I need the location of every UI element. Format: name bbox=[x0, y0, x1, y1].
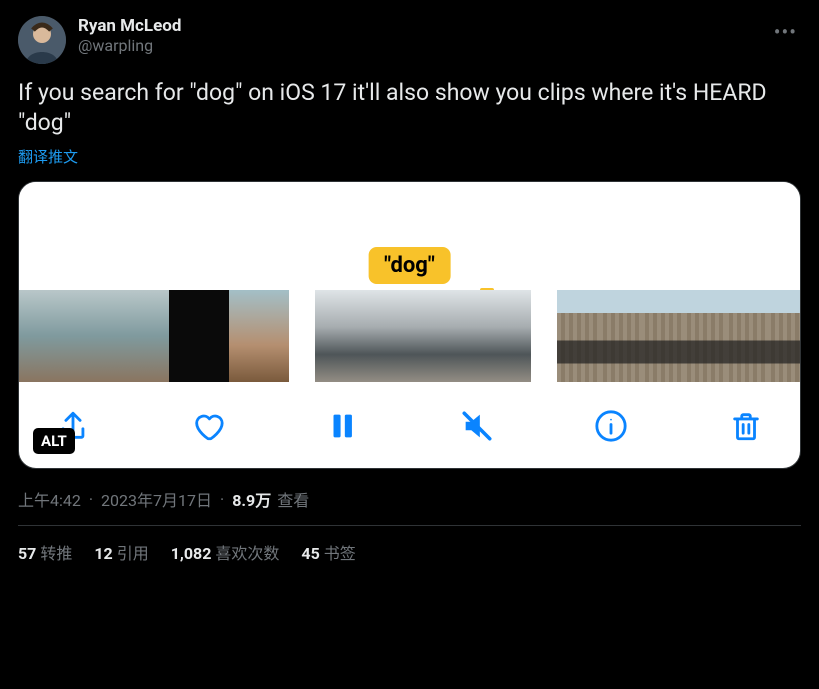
thumbnail-frame bbox=[169, 290, 199, 382]
time[interactable]: 上午4:42 bbox=[18, 487, 81, 511]
tweet-container: Ryan McLeod @warpling ••• If you search … bbox=[0, 0, 819, 564]
pause-icon[interactable] bbox=[322, 406, 362, 446]
avatar[interactable] bbox=[18, 16, 66, 64]
date[interactable]: 2023年7月17日 bbox=[101, 487, 212, 511]
clip-group-1[interactable] bbox=[19, 290, 289, 382]
handle: @warpling bbox=[78, 36, 758, 56]
media-toolbar bbox=[19, 382, 800, 456]
stat-count: 1,082 bbox=[171, 544, 212, 563]
bookmarks-stat[interactable]: 45 书签 bbox=[301, 540, 355, 564]
stats-row: 57转推 12 引用 1,082喜欢次数 45 书签 bbox=[18, 526, 801, 564]
keyword-pill: "dog" bbox=[368, 247, 451, 284]
more-icon[interactable]: ••• bbox=[770, 16, 801, 48]
thumbnail-frame bbox=[557, 290, 599, 382]
mute-icon[interactable] bbox=[457, 406, 497, 446]
media-header-area: "dog" bbox=[19, 182, 800, 284]
thumbnail-frame bbox=[259, 290, 289, 382]
thumbnail-frame bbox=[79, 290, 109, 382]
stat-label: 书签 bbox=[324, 544, 356, 563]
thumbnail-frame bbox=[725, 290, 767, 382]
likes-stat[interactable]: 1,082喜欢次数 bbox=[171, 540, 280, 564]
stat-label: 喜欢次数 bbox=[215, 544, 279, 563]
stat-count: 45 bbox=[301, 544, 319, 563]
thumbnail-frame bbox=[139, 290, 169, 382]
thumbnail-frame bbox=[599, 290, 641, 382]
views-count[interactable]: 8.9万 bbox=[232, 487, 271, 511]
stat-label: 转推 bbox=[40, 544, 72, 563]
author-names[interactable]: Ryan McLeod @warpling bbox=[78, 16, 758, 56]
clip-group-3[interactable] bbox=[557, 290, 801, 382]
alt-badge[interactable]: ALT bbox=[33, 428, 75, 454]
thumbnail-frame bbox=[229, 290, 259, 382]
thumbnail-frame bbox=[19, 290, 49, 382]
stat-count: 57 bbox=[18, 544, 36, 563]
info-icon[interactable] bbox=[591, 406, 631, 446]
thumbnail-frame bbox=[767, 290, 801, 382]
thumbnail-frame bbox=[315, 290, 369, 382]
thumbnail-frame bbox=[109, 290, 139, 382]
separator: · bbox=[89, 490, 93, 509]
views-label: 查看 bbox=[277, 487, 309, 511]
heart-icon[interactable] bbox=[188, 406, 228, 446]
thumbnail-frame bbox=[423, 290, 477, 382]
thumbnail-frame bbox=[369, 290, 423, 382]
video-timeline[interactable] bbox=[19, 290, 800, 382]
quotes-stat[interactable]: 12 引用 bbox=[94, 540, 148, 564]
thumbnail-frame bbox=[477, 290, 531, 382]
stat-label: 引用 bbox=[117, 544, 149, 563]
display-name: Ryan McLeod bbox=[78, 16, 758, 36]
retweets-stat[interactable]: 57转推 bbox=[18, 540, 72, 564]
thumbnail-frame bbox=[641, 290, 683, 382]
thumbnail-frame bbox=[199, 290, 229, 382]
separator: · bbox=[220, 490, 224, 509]
stat-count: 12 bbox=[94, 544, 112, 563]
clip-group-2[interactable] bbox=[315, 290, 531, 382]
meta-row: 上午4:42 · 2023年7月17日 · 8.9万 查看 bbox=[18, 487, 801, 526]
thumbnail-frame bbox=[683, 290, 725, 382]
tweet-header: Ryan McLeod @warpling ••• bbox=[18, 16, 801, 64]
thumbnail-frame bbox=[49, 290, 79, 382]
tweet-text: If you search for "dog" on iOS 17 it'll … bbox=[18, 78, 801, 138]
trash-icon[interactable] bbox=[726, 406, 766, 446]
translate-link[interactable]: 翻译推文 bbox=[18, 146, 801, 167]
media-card: "dog" bbox=[18, 181, 801, 469]
